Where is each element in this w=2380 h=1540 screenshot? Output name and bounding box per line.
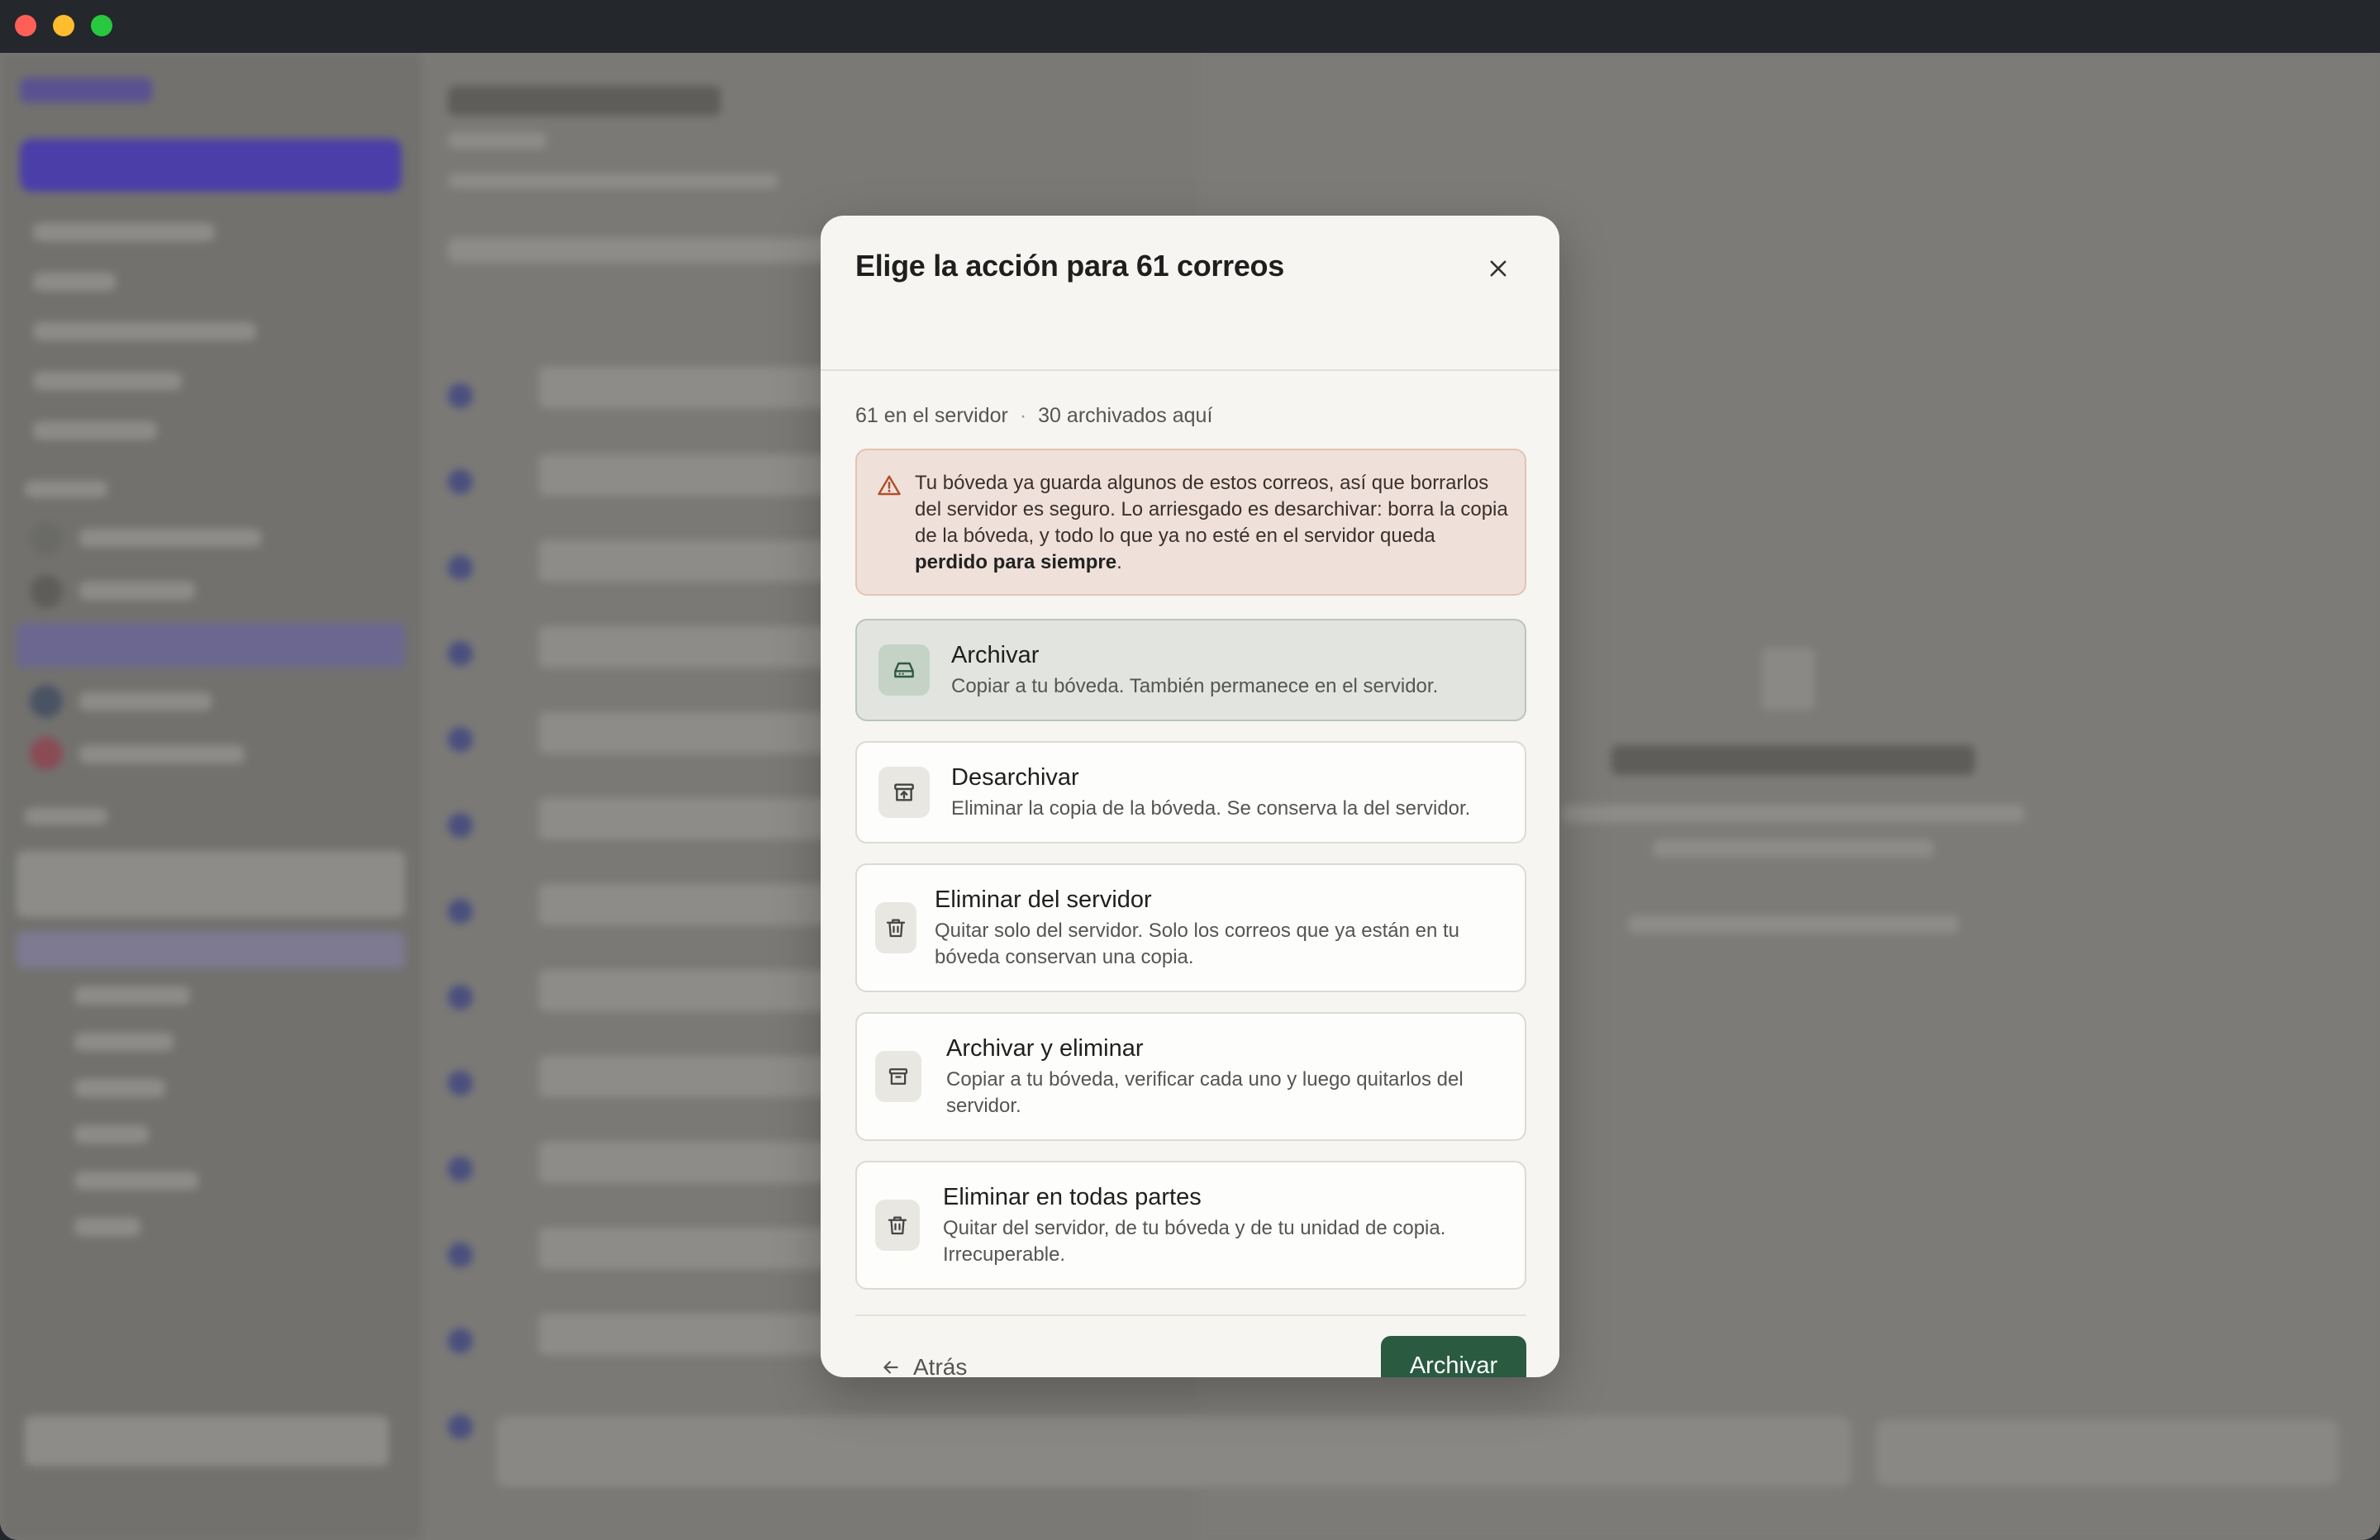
- warning-text: Tu bóveda ya guarda algunos de estos cor…: [915, 470, 1510, 576]
- option-delete-everywhere[interactable]: Eliminar en todas partes Quitar del serv…: [855, 1161, 1526, 1290]
- option-archive[interactable]: Archivar Copiar a tu bóveda. También per…: [855, 619, 1526, 721]
- warning-banner: Tu bóveda ya guarda algunos de estos cor…: [855, 449, 1526, 596]
- option-icon-wrap: [875, 1200, 920, 1251]
- trash-icon: [888, 1216, 907, 1235]
- option-icon-wrap: [875, 902, 916, 953]
- progress-toast-blurred: [1876, 1419, 2339, 1485]
- option-icon-wrap: [878, 767, 930, 818]
- app-window: Elige la acción para 61 correos 61 en el…: [0, 53, 2380, 1540]
- bulk-action-bar-blurred: [496, 1416, 1851, 1487]
- sidebar-blurred: [0, 53, 421, 1540]
- option-description: Copiar a tu bóveda, verificar cada uno y…: [946, 1068, 1464, 1117]
- option-description: Eliminar la copia de la bóveda. Se conse…: [951, 797, 1471, 820]
- warning-end: .: [1116, 551, 1122, 573]
- header-divider: [821, 369, 1559, 371]
- window-titlebar: [0, 0, 2380, 53]
- window-maximize-button[interactable]: [91, 15, 112, 36]
- option-delete-from-server[interactable]: Eliminar del servidor Quitar solo del se…: [855, 863, 1526, 992]
- back-label: Atrás: [913, 1354, 968, 1377]
- arrow-left-icon: [883, 1361, 898, 1374]
- option-title: Eliminar del servidor: [935, 886, 1152, 913]
- action-dialog: Elige la acción para 61 correos 61 en el…: [821, 216, 1559, 1377]
- option-archive-and-delete[interactable]: Archivar y eliminar Copiar a tu bóveda, …: [855, 1012, 1526, 1141]
- option-title: Desarchivar: [951, 764, 1079, 791]
- window-close-button[interactable]: [15, 15, 36, 36]
- option-description: Quitar del servidor, de tu bóveda y de t…: [943, 1217, 1446, 1266]
- unarchive-icon: [894, 783, 914, 801]
- option-title: Archivar: [951, 642, 1040, 668]
- message-counts: 61 en el servidor · 30 archivados aquí: [855, 404, 1212, 428]
- window-minimize-button[interactable]: [53, 15, 74, 36]
- option-description: Copiar a tu bóveda. También permanece en…: [951, 675, 1439, 697]
- footer-divider: [855, 1314, 1526, 1316]
- close-button[interactable]: [1478, 249, 1518, 288]
- server-count: 61 en el servidor: [855, 404, 1008, 427]
- archive-box-icon: [888, 1068, 908, 1085]
- option-title: Eliminar en todas partes: [943, 1184, 1202, 1210]
- drive-icon: [894, 662, 914, 678]
- close-icon: [1490, 260, 1507, 277]
- option-icon-wrap: [875, 1051, 921, 1102]
- warning-emphasis: perdido para siempre: [915, 551, 1117, 573]
- option-unarchive[interactable]: Desarchivar Eliminar la copia de la bóve…: [855, 741, 1526, 844]
- dialog-header: Elige la acción para 61 correos: [821, 216, 1559, 369]
- back-button[interactable]: Atrás: [880, 1343, 967, 1377]
- dialog-title: Elige la acción para 61 correos: [855, 249, 1284, 283]
- option-title: Archivar y eliminar: [946, 1035, 1144, 1062]
- confirm-archive-button[interactable]: Archivar: [1381, 1336, 1526, 1377]
- warning-icon: [878, 475, 901, 496]
- trash-icon: [886, 919, 906, 938]
- archived-count: 30 archivados aquí: [1038, 404, 1213, 427]
- option-icon-wrap: [878, 644, 930, 696]
- warning-body: Tu bóveda ya guarda algunos de estos cor…: [915, 472, 1508, 547]
- option-description: Quitar solo del servidor. Solo los corre…: [935, 920, 1460, 968]
- count-separator: ·: [1019, 404, 1027, 427]
